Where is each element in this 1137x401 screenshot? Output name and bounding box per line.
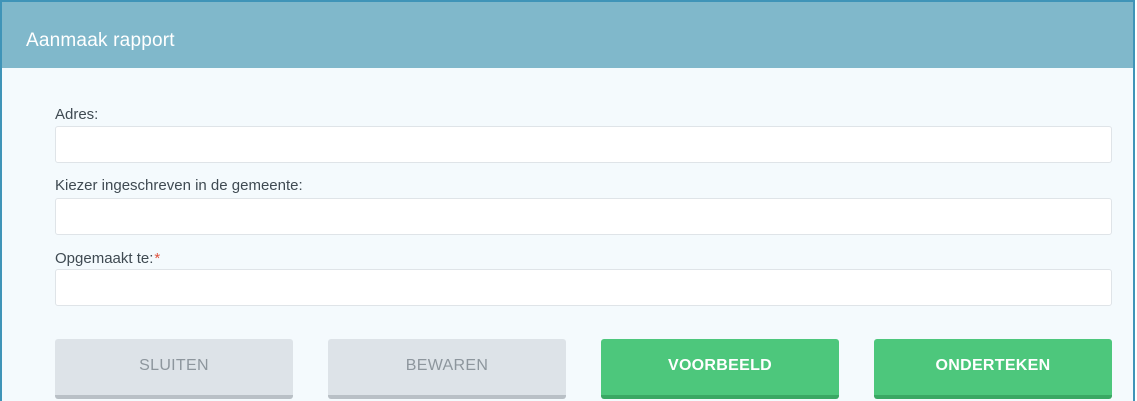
voter-registered-municipality-input[interactable]: [55, 198, 1112, 235]
voter-registered-municipality-label: Kiezer ingeschreven in de gemeente:: [55, 177, 303, 194]
drawn-up-at-input[interactable]: [55, 269, 1112, 306]
address-input[interactable]: [55, 126, 1112, 163]
sign-button[interactable]: ONDERTEKEN: [874, 339, 1112, 399]
close-button[interactable]: SLUITEN: [55, 339, 293, 399]
dialog-header: Aanmaak rapport: [2, 2, 1133, 68]
save-button[interactable]: BEWAREN: [328, 339, 566, 399]
required-marker: *: [154, 250, 161, 267]
dialog-title: Aanmaak rapport: [26, 30, 175, 51]
drawn-up-at-label: Opgemaakt te:*: [55, 250, 160, 267]
drawn-up-at-label-text: Opgemaakt te:: [55, 250, 154, 267]
preview-button[interactable]: VOORBEELD: [601, 339, 839, 399]
address-label: Adres:: [55, 106, 99, 123]
report-dialog: Aanmaak rapport Adres: Kiezer ingeschrev…: [0, 0, 1135, 401]
